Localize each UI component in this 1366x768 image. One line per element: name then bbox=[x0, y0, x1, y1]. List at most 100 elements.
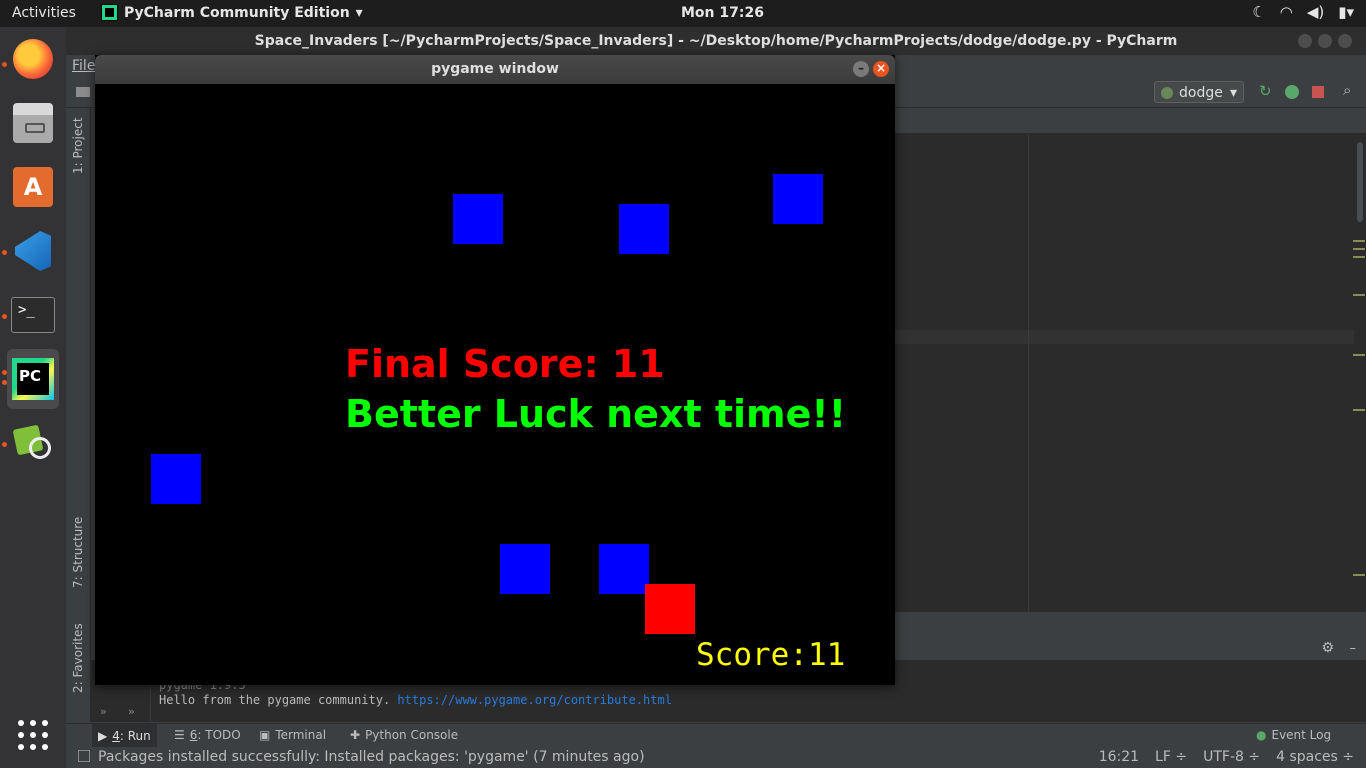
vscode-launcher[interactable] bbox=[7, 225, 59, 277]
enemy-block bbox=[773, 174, 823, 224]
indent-setting[interactable]: 4 spaces ÷ bbox=[1276, 749, 1354, 765]
status-bar: Packages installed successfully: Install… bbox=[66, 747, 1366, 768]
dock: A >_ bbox=[0, 27, 66, 768]
moon-icon[interactable]: ☾ bbox=[1252, 3, 1265, 21]
editor-tabs bbox=[895, 108, 1366, 134]
files-launcher[interactable] bbox=[7, 97, 59, 149]
show-applications-button[interactable] bbox=[7, 709, 59, 761]
pycharm-icon bbox=[101, 4, 118, 21]
python-icon: ✚ bbox=[350, 728, 361, 742]
event-log-icon: ● bbox=[1256, 728, 1267, 742]
pycharm-launcher[interactable] bbox=[7, 349, 59, 409]
caret-position[interactable]: 16:21 bbox=[1099, 749, 1139, 765]
volume-icon[interactable]: ◀) bbox=[1307, 3, 1324, 21]
close-icon[interactable] bbox=[1338, 34, 1352, 48]
image-viewer-icon bbox=[13, 423, 53, 463]
app-menu-label: PyCharm Community Edition bbox=[124, 4, 350, 21]
final-score-text: Final Score: 11 bbox=[345, 342, 665, 386]
current-line-highlight bbox=[895, 330, 1366, 344]
gear-icon[interactable]: ⚙ bbox=[1321, 640, 1334, 656]
pycharm-icon bbox=[12, 358, 54, 400]
error-stripe-mark[interactable] bbox=[1353, 240, 1365, 242]
minimize-icon[interactable]: – bbox=[853, 61, 869, 77]
tab-run[interactable]: ▶ 4: Run bbox=[92, 724, 157, 748]
system-tray[interactable]: ☾ ◠ ◀) ▮▾ bbox=[1252, 3, 1354, 21]
run-configuration-select[interactable]: dodge ▾ bbox=[1154, 81, 1244, 103]
battery-icon[interactable]: ▮▾ bbox=[1338, 3, 1354, 21]
firefox-launcher[interactable] bbox=[7, 33, 59, 85]
firefox-icon bbox=[13, 39, 53, 79]
code-editor[interactable] bbox=[895, 134, 1366, 612]
files-icon bbox=[13, 103, 53, 143]
stop-icon[interactable] bbox=[1312, 86, 1324, 98]
list-icon: ☰ bbox=[174, 728, 185, 742]
enemy-block bbox=[453, 194, 503, 244]
run-panel-header: ⚙ – bbox=[895, 638, 1366, 661]
structure-tool-tab[interactable]: 7: Structure bbox=[71, 517, 85, 588]
app-menu[interactable]: PyCharm Community Edition ▾ bbox=[101, 4, 363, 21]
right-margin-guide bbox=[1028, 134, 1029, 612]
debug-icon[interactable] bbox=[1285, 85, 1299, 99]
wifi-icon[interactable]: ◠ bbox=[1280, 3, 1293, 21]
search-icon[interactable]: ⌕ bbox=[1343, 81, 1357, 99]
project-tool-tab[interactable]: 1: Project bbox=[71, 117, 85, 174]
player-block bbox=[645, 584, 695, 634]
tab-python-console[interactable]: ✚ Python Console bbox=[350, 728, 458, 742]
clock[interactable]: Mon 17:26 bbox=[681, 5, 764, 21]
vscode-icon bbox=[15, 231, 51, 271]
error-stripe-mark[interactable] bbox=[1353, 574, 1365, 576]
tab-todo[interactable]: ☰ 6: TODO bbox=[174, 728, 241, 742]
pycharm-titlebar[interactable]: Space_Invaders [~/PycharmProjects/Space_… bbox=[66, 27, 1366, 55]
error-stripe-mark[interactable] bbox=[1353, 294, 1365, 296]
game-canvas[interactable]: Final Score: 11 Better Luck next time!! … bbox=[95, 84, 895, 684]
pygame-window-title: pygame window bbox=[431, 61, 559, 77]
enemy-block bbox=[500, 544, 550, 594]
pygame-titlebar[interactable]: pygame window – × bbox=[95, 55, 895, 84]
play-icon: ▶ bbox=[98, 729, 108, 743]
file-encoding[interactable]: UTF-8 ÷ bbox=[1203, 749, 1260, 765]
terminal-icon: ▣ bbox=[259, 728, 271, 742]
run-config-label: dodge bbox=[1179, 85, 1223, 101]
scrollbar-thumb[interactable] bbox=[1357, 142, 1363, 222]
tab-terminal[interactable]: ▣ Terminal bbox=[259, 728, 326, 742]
error-stripe-mark[interactable] bbox=[1353, 248, 1365, 250]
enemy-block bbox=[599, 544, 649, 594]
expand-chevron-icon[interactable]: » bbox=[100, 705, 107, 718]
activities-button[interactable]: Activities bbox=[12, 5, 76, 21]
game-over-message: Better Luck next time!! bbox=[345, 392, 847, 436]
folder-icon[interactable] bbox=[76, 87, 90, 97]
error-stripe-mark[interactable] bbox=[1353, 256, 1365, 258]
console-text: Hello from the pygame community. bbox=[159, 693, 391, 707]
minimize-icon[interactable] bbox=[1298, 34, 1312, 48]
menu-file[interactable]: File bbox=[72, 58, 95, 74]
status-toggle-icon[interactable] bbox=[78, 750, 90, 762]
enemy-block bbox=[151, 454, 201, 504]
enemy-block bbox=[619, 204, 669, 254]
terminal-icon: >_ bbox=[11, 297, 55, 333]
hide-panel-icon[interactable]: – bbox=[1350, 641, 1357, 656]
terminal-launcher[interactable]: >_ bbox=[7, 289, 59, 341]
left-tool-strip: 1: Project 7: Structure 2: Favorites bbox=[66, 108, 91, 721]
app-grid-icon bbox=[18, 720, 48, 750]
status-message[interactable]: Packages installed successfully: Install… bbox=[98, 749, 645, 765]
top-bar: Activities PyCharm Community Edition ▾ M… bbox=[0, 0, 1366, 27]
image-viewer-launcher[interactable] bbox=[7, 417, 59, 469]
favorites-tool-tab[interactable]: 2: Favorites bbox=[71, 623, 85, 693]
software-store-icon: A bbox=[13, 167, 53, 207]
line-separator[interactable]: LF ÷ bbox=[1155, 749, 1187, 765]
rerun-icon[interactable]: ↻ bbox=[1259, 82, 1273, 100]
chevron-down-icon: ▾ bbox=[1229, 85, 1237, 101]
close-icon[interactable]: × bbox=[873, 61, 889, 77]
maximize-icon[interactable] bbox=[1318, 34, 1332, 48]
error-stripe-mark[interactable] bbox=[1353, 354, 1365, 356]
error-stripe-mark[interactable] bbox=[1353, 409, 1365, 411]
chevron-down-icon: ▾ bbox=[355, 4, 363, 21]
pygame-window[interactable]: pygame window – × Final Score: 11 Better… bbox=[95, 55, 895, 685]
pygame-contribute-link[interactable]: https://www.pygame.org/contribute.html bbox=[397, 693, 672, 707]
tool-window-tabs: ▶ 4: Run ☰ 6: TODO ▣ Terminal ✚ Python Conso… bbox=[66, 723, 1366, 748]
window-title: Space_Invaders [~/PycharmProjects/Space_… bbox=[254, 33, 1178, 49]
editor-scrollbar[interactable] bbox=[1354, 134, 1366, 612]
tab-event-log[interactable]: ● Event Log bbox=[1256, 728, 1331, 742]
software-launcher[interactable]: A bbox=[7, 161, 59, 213]
expand-chevron-icon[interactable]: » bbox=[128, 705, 135, 718]
